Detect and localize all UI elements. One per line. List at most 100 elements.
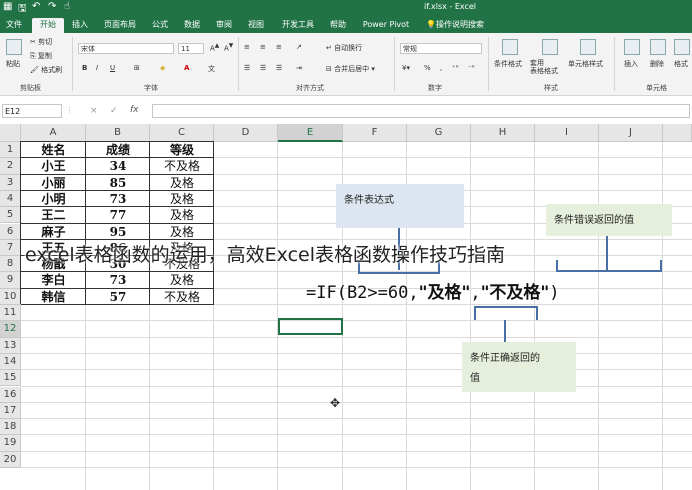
- row-header-6[interactable]: 6: [0, 223, 21, 240]
- insert-cells-button[interactable]: 插入: [624, 59, 638, 69]
- row-header-16[interactable]: 16: [0, 386, 21, 403]
- table-cell[interactable]: 85: [86, 175, 150, 191]
- row-header-14[interactable]: 14: [0, 353, 21, 371]
- tab-power-pivot[interactable]: Power Pivot: [360, 18, 412, 33]
- table-cell[interactable]: 小明: [21, 191, 86, 207]
- table-cell[interactable]: 73: [86, 191, 150, 207]
- decrease-decimal-icon[interactable]: ⁻⁰: [468, 64, 475, 72]
- row-header-17[interactable]: 17: [0, 402, 21, 420]
- tab-help[interactable]: 帮助: [326, 18, 350, 33]
- row-header-9[interactable]: 9: [0, 272, 21, 289]
- name-box[interactable]: E12: [2, 104, 62, 118]
- tab-formulas[interactable]: 公式: [148, 18, 172, 33]
- italic-button[interactable]: I: [96, 64, 98, 72]
- table-cell[interactable]: 韩信: [21, 289, 86, 305]
- tab-home[interactable]: 开始: [32, 18, 64, 33]
- row-header-15[interactable]: 15: [0, 370, 21, 387]
- insert-cells-icon[interactable]: [624, 39, 640, 55]
- column-header-b[interactable]: B: [86, 124, 150, 142]
- table-header-cell[interactable]: 姓名: [21, 142, 86, 158]
- column-header-f[interactable]: F: [343, 124, 407, 142]
- column-header-c[interactable]: C: [150, 124, 214, 142]
- table-cell[interactable]: 及格: [150, 272, 214, 288]
- column-header-a[interactable]: A: [21, 124, 86, 142]
- insert-function-button[interactable]: fx: [130, 105, 139, 115]
- row-header-4[interactable]: 4: [0, 190, 21, 208]
- table-cell[interactable]: 34: [86, 158, 150, 174]
- row-header-2[interactable]: 2: [0, 158, 21, 175]
- comma-style-icon[interactable]: ,: [440, 64, 442, 72]
- grow-font-icon[interactable]: A▲: [210, 43, 219, 52]
- table-cell[interactable]: 小丽: [21, 175, 86, 191]
- font-color-button[interactable]: A: [184, 64, 189, 72]
- paste-button[interactable]: 粘贴: [6, 59, 20, 69]
- row-header-19[interactable]: 19: [0, 435, 21, 452]
- row-header-8[interactable]: 8: [0, 256, 21, 273]
- column-header-k[interactable]: [663, 124, 692, 142]
- table-cell[interactable]: 及格: [150, 175, 214, 191]
- delete-cells-icon[interactable]: [650, 39, 666, 55]
- delete-cells-button[interactable]: 删除: [650, 59, 664, 69]
- table-header-cell[interactable]: 等级: [150, 142, 214, 158]
- align-bottom-icon[interactable]: ≡: [276, 43, 282, 51]
- font-size-select[interactable]: 11: [178, 43, 204, 54]
- row-header-3[interactable]: 3: [0, 174, 21, 191]
- tab-review[interactable]: 审阅: [212, 18, 236, 33]
- table-cell[interactable]: 95: [86, 224, 150, 240]
- row-header-10[interactable]: 10: [0, 288, 21, 305]
- row-header-18[interactable]: 18: [0, 419, 21, 436]
- currency-icon[interactable]: ¥▾: [402, 64, 410, 72]
- table-cell[interactable]: 77: [86, 207, 150, 223]
- table-cell[interactable]: 73: [86, 272, 150, 288]
- borders-icon[interactable]: ⊞: [134, 64, 140, 72]
- tab-data[interactable]: 数据: [180, 18, 204, 33]
- redo-icon[interactable]: ↷: [48, 1, 56, 12]
- format-painter-button[interactable]: 🖌 格式刷: [30, 65, 62, 75]
- row-header-20[interactable]: 20: [0, 451, 21, 468]
- fill-color-icon[interactable]: ◈: [160, 64, 165, 72]
- formula-input[interactable]: [152, 104, 690, 118]
- row-header-5[interactable]: 5: [0, 207, 21, 224]
- bold-button[interactable]: B: [82, 64, 87, 72]
- column-header-j[interactable]: J: [599, 124, 663, 142]
- shrink-font-icon[interactable]: A▼: [224, 43, 233, 52]
- align-middle-icon[interactable]: ≡: [260, 43, 266, 51]
- table-cell[interactable]: 李白: [21, 272, 86, 288]
- table-cell[interactable]: 不及格: [150, 158, 214, 174]
- row-header-12[interactable]: 12: [0, 321, 21, 338]
- format-cells-icon[interactable]: [674, 39, 690, 55]
- orientation-icon[interactable]: ↗: [296, 43, 302, 51]
- tell-me-search[interactable]: 💡操作说明搜索: [420, 18, 490, 33]
- percent-button[interactable]: %: [424, 64, 431, 72]
- tab-view[interactable]: 视图: [244, 18, 268, 33]
- align-center-icon[interactable]: ☰: [260, 64, 266, 72]
- align-right-icon[interactable]: ☰: [276, 64, 282, 72]
- undo-icon[interactable]: ↶: [32, 1, 40, 12]
- increase-decimal-icon[interactable]: ⁺⁰: [452, 64, 459, 72]
- number-format-select[interactable]: 常规: [400, 43, 482, 54]
- cut-button[interactable]: ✂ 剪切: [30, 37, 52, 47]
- conditional-format-icon[interactable]: [502, 39, 518, 55]
- tab-file[interactable]: 文件: [2, 18, 26, 33]
- column-header-g[interactable]: G: [407, 124, 471, 142]
- font-name-select[interactable]: 宋体: [78, 43, 174, 54]
- paste-icon[interactable]: [6, 39, 22, 55]
- table-cell[interactable]: 及格: [150, 207, 214, 223]
- align-left-icon[interactable]: ☰: [244, 64, 250, 72]
- table-format-icon[interactable]: [542, 39, 558, 55]
- table-cell[interactable]: 麻子: [21, 224, 86, 240]
- column-header-i[interactable]: I: [535, 124, 599, 142]
- table-cell[interactable]: 及格: [150, 224, 214, 240]
- copy-button[interactable]: ⎘ 复制: [30, 51, 52, 61]
- table-cell[interactable]: 57: [86, 289, 150, 305]
- format-as-table-button[interactable]: 套用 表格格式: [530, 59, 558, 75]
- table-header-cell[interactable]: 成绩: [86, 142, 150, 158]
- table-cell[interactable]: 不及格: [150, 289, 214, 305]
- format-cells-button[interactable]: 格式: [674, 59, 688, 69]
- row-header-11[interactable]: 11: [0, 305, 21, 322]
- column-header-h[interactable]: H: [471, 124, 535, 142]
- column-header-e[interactable]: E: [278, 124, 343, 142]
- select-all-button[interactable]: [0, 124, 21, 142]
- tab-insert[interactable]: 插入: [68, 18, 92, 33]
- table-cell[interactable]: 王二: [21, 207, 86, 223]
